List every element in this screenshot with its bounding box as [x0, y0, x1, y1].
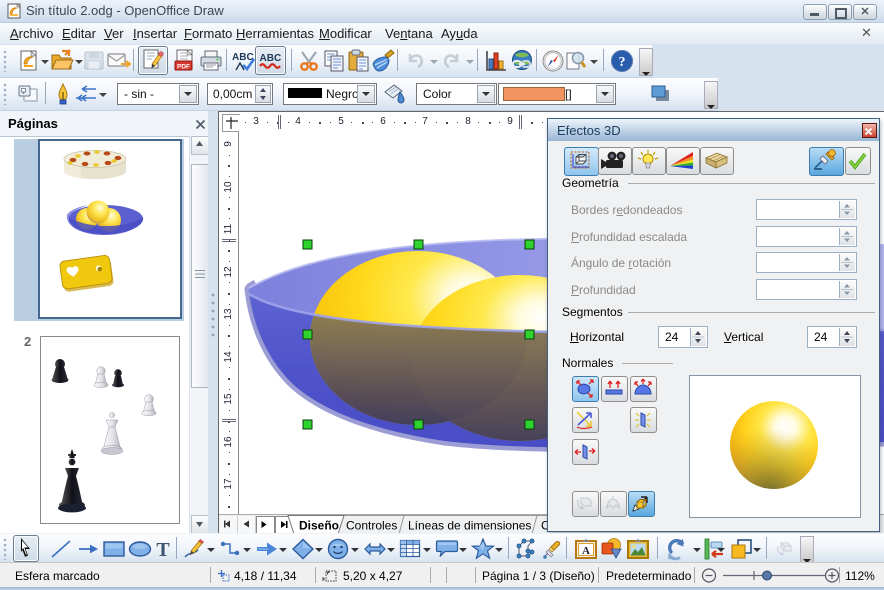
- svg-text:Controles: Controles: [346, 519, 397, 533]
- svg-text:PDF: PDF: [177, 64, 190, 71]
- svg-text:A: A: [582, 545, 590, 557]
- svg-text:ABC: ABC: [260, 53, 282, 64]
- svg-text:ABC: ABC: [232, 52, 254, 63]
- svg-text:Líneas de dimensiones: Líneas de dimensiones: [408, 519, 531, 533]
- svg-text:?: ?: [619, 55, 626, 70]
- svg-text:Diseño: Diseño: [299, 519, 339, 533]
- svg-text:T: T: [156, 539, 170, 560]
